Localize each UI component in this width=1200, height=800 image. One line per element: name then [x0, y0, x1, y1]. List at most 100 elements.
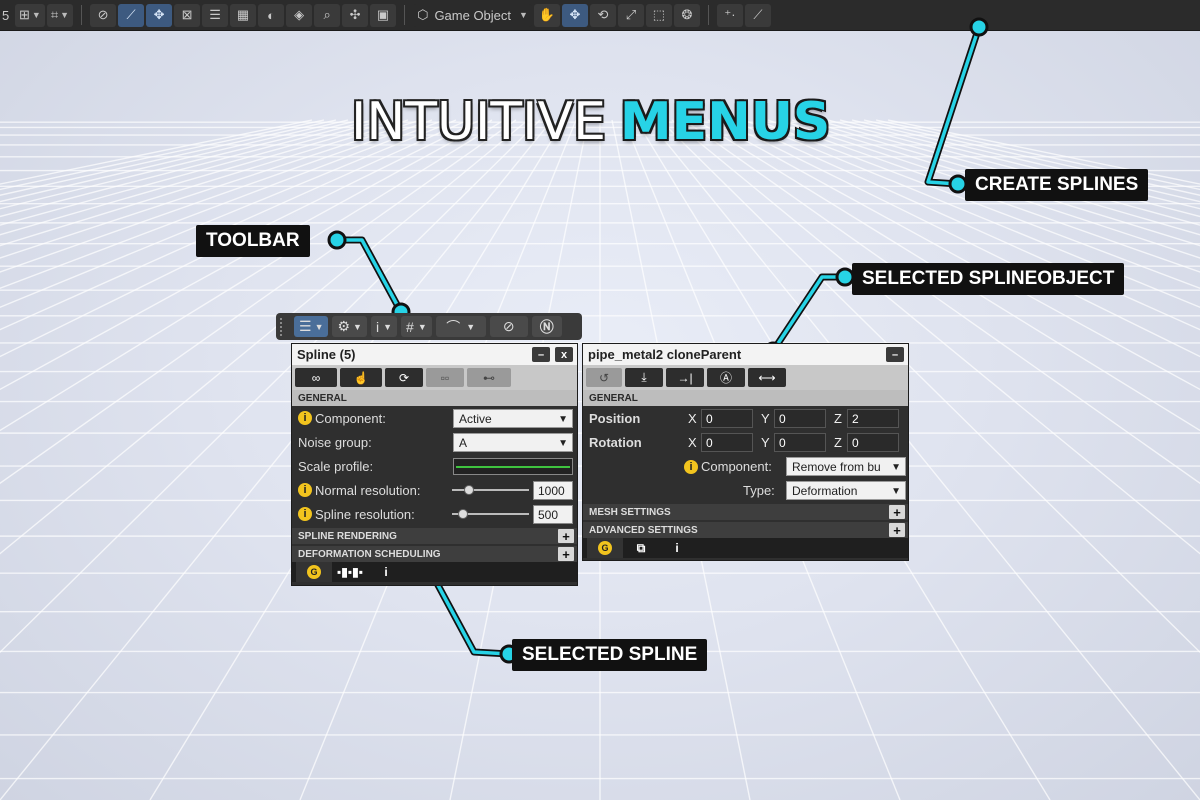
- position-y-input[interactable]: 0: [774, 409, 826, 428]
- component-label: Component:: [701, 459, 772, 474]
- normal-resolution-input[interactable]: 1000: [533, 481, 573, 500]
- bezier-icon[interactable]: ⊠: [174, 3, 201, 27]
- section-deformation-scheduling-label: DEFORMATION SCHEDULING: [298, 548, 441, 560]
- rotation-x-input[interactable]: 0: [701, 433, 753, 452]
- hand-tool-icon[interactable]: ✋: [533, 3, 560, 27]
- waveform-icon: ▪▮▪▮▪: [337, 565, 363, 579]
- game-object-dropdown[interactable]: ⬡ Game Object ▼: [413, 3, 532, 27]
- rotate-tool-icon[interactable]: ⟲: [589, 3, 616, 27]
- minimize-button[interactable]: –: [532, 347, 550, 362]
- noise-group-dropdown[interactable]: A ▼: [453, 433, 573, 452]
- headline-word-intuitive: INTUITIVE: [351, 92, 606, 152]
- menu-icon[interactable]: ☰ ▼: [294, 316, 329, 337]
- spline-resolution-input[interactable]: 500: [533, 505, 573, 524]
- toolbar-divider: [404, 5, 406, 25]
- z-label: Z: [834, 410, 842, 426]
- snap-curve-icon[interactable]: ↺: [586, 368, 622, 387]
- tab-general[interactable]: G: [587, 538, 623, 558]
- sphere-icon[interactable]: ◐: [258, 3, 285, 27]
- expand-button[interactable]: +: [558, 529, 574, 544]
- spline-resolution-row: i Spline resolution: 500: [292, 502, 577, 526]
- info-icon[interactable]: i ▼: [370, 316, 398, 337]
- section-deformation-scheduling[interactable]: DEFORMATION SCHEDULING +: [292, 546, 577, 562]
- align-end-icon[interactable]: →|: [666, 368, 704, 387]
- callout-toolbar: TOOLBAR: [196, 225, 310, 257]
- minimize-button[interactable]: –: [886, 347, 904, 362]
- section-mesh-settings[interactable]: MESH SETTINGS +: [583, 504, 908, 520]
- mesh-icon[interactable]: ▦: [230, 3, 257, 27]
- tab-duplicate[interactable]: ⧉: [623, 538, 659, 558]
- scale-tool-icon[interactable]: ⤢: [617, 3, 644, 27]
- chevron-down-icon: ▼: [891, 462, 901, 473]
- align-icon[interactable]: ☰: [202, 3, 229, 27]
- move-tool-icon[interactable]: ✥: [561, 3, 588, 27]
- section-general[interactable]: GENERAL: [292, 390, 577, 406]
- expand-button[interactable]: +: [558, 547, 574, 562]
- position-z-input[interactable]: 2: [847, 409, 899, 428]
- expand-button[interactable]: +: [889, 505, 905, 520]
- spline-panel: Spline (5) – x ∞ ☝ ⟳ ▫▫ ⊷ GENERAL i Comp…: [291, 343, 578, 586]
- rotation-z-input[interactable]: 0: [847, 433, 899, 452]
- position-x-input[interactable]: 0: [701, 409, 753, 428]
- gear-icon[interactable]: ⚙ ▼: [332, 316, 367, 337]
- callout-create-splines: CREATE SPLINES: [965, 169, 1149, 201]
- section-advanced-settings[interactable]: ADVANCED SETTINGS +: [583, 522, 908, 538]
- spline-panel-footer: G ▪▮▪▮▪ i: [292, 562, 577, 582]
- section-general[interactable]: GENERAL: [583, 390, 908, 406]
- editor-top-toolbar: 5 ⊞ ▼ ⌗ ▼ ⊘ ⟋ ✥ ⊠ ☰ ▦ ◐ ◈ ⌕ ✣ ▣ ⬡ Game Obj…: [0, 0, 1200, 31]
- spline-tool-icon[interactable]: ⟋: [118, 3, 145, 27]
- search-icon[interactable]: ⌕: [314, 3, 341, 27]
- a-circle-icon[interactable]: Ⓐ: [707, 368, 745, 387]
- connect-icon[interactable]: ▫▫: [426, 368, 464, 387]
- pivot-icon[interactable]: ✣: [342, 3, 369, 27]
- close-button[interactable]: x: [555, 347, 573, 362]
- curve-icon[interactable]: ⌒ ▼: [435, 316, 486, 337]
- loop-icon[interactable]: ∞: [295, 368, 337, 387]
- transform-tool-icon[interactable]: ❂: [673, 3, 700, 27]
- component-dropdown[interactable]: Active ▼: [453, 409, 573, 428]
- grid-icon[interactable]: # ▼: [401, 316, 432, 337]
- expand-button[interactable]: +: [889, 523, 905, 538]
- position-label: Position: [589, 410, 641, 426]
- center-icon[interactable]: ⟷: [748, 368, 786, 387]
- rect-tool-icon[interactable]: ⬚: [645, 3, 672, 27]
- type-dropdown[interactable]: Deformation ▼: [786, 481, 906, 500]
- layers-icon[interactable]: ◈: [286, 3, 313, 27]
- callout-selected-splineobject: SELECTED SPLINEOBJECT: [852, 263, 1125, 295]
- info-icon: i: [298, 411, 312, 425]
- rotation-y-input[interactable]: 0: [774, 433, 826, 452]
- rotation-label: Rotation: [589, 434, 642, 450]
- headline-word-menus: MENUS: [619, 92, 831, 152]
- type-row: Type: Deformation ▼: [583, 478, 908, 502]
- slider-thumb[interactable]: [464, 485, 474, 495]
- snap-toggle-button[interactable]: ⊞ ▼: [15, 3, 45, 27]
- scale-profile-curve[interactable]: [453, 458, 573, 475]
- rotation-row: Rotation X 0 Y 0 Z 0: [583, 430, 908, 454]
- move-points-icon[interactable]: ✥: [146, 3, 173, 27]
- position-row: Position X 0 Y 0 Z 2: [583, 406, 908, 430]
- grid-snap-button[interactable]: ⌗ ▼: [46, 3, 74, 27]
- split-icon[interactable]: ⊷: [467, 368, 511, 387]
- camera-icon[interactable]: ▣: [370, 3, 397, 27]
- add-point-icon[interactable]: ⁺·: [716, 3, 743, 27]
- component-row: i Component: Remove from bu ▼: [583, 454, 908, 478]
- eye-off-icon[interactable]: ⊘: [489, 316, 528, 337]
- tab-info[interactable]: i: [659, 538, 695, 558]
- callout-selected-spline: SELECTED SPLINE: [512, 639, 708, 671]
- refresh-icon[interactable]: ⟳: [385, 368, 423, 387]
- drop-to-ground-icon[interactable]: ⤓: [625, 368, 663, 387]
- drag-handle[interactable]: [280, 317, 286, 336]
- tab-general[interactable]: G: [296, 562, 332, 582]
- compass-icon[interactable]: ⊘: [90, 3, 117, 27]
- slider-thumb[interactable]: [458, 509, 468, 519]
- component-dropdown[interactable]: Remove from bu ▼: [786, 457, 906, 476]
- hand-select-icon[interactable]: ☝: [340, 368, 382, 387]
- create-spline-icon[interactable]: ⟋: [744, 3, 771, 27]
- info-icon: i: [298, 483, 312, 497]
- toolbar-number: 5: [2, 7, 10, 23]
- tab-waveform[interactable]: ▪▮▪▮▪: [332, 562, 368, 582]
- section-mesh-settings-label: MESH SETTINGS: [589, 506, 671, 518]
- section-spline-rendering[interactable]: SPLINE RENDERING +: [292, 528, 577, 544]
- n-logo-icon[interactable]: Ⓝ: [531, 316, 562, 337]
- tab-info[interactable]: i: [368, 562, 404, 582]
